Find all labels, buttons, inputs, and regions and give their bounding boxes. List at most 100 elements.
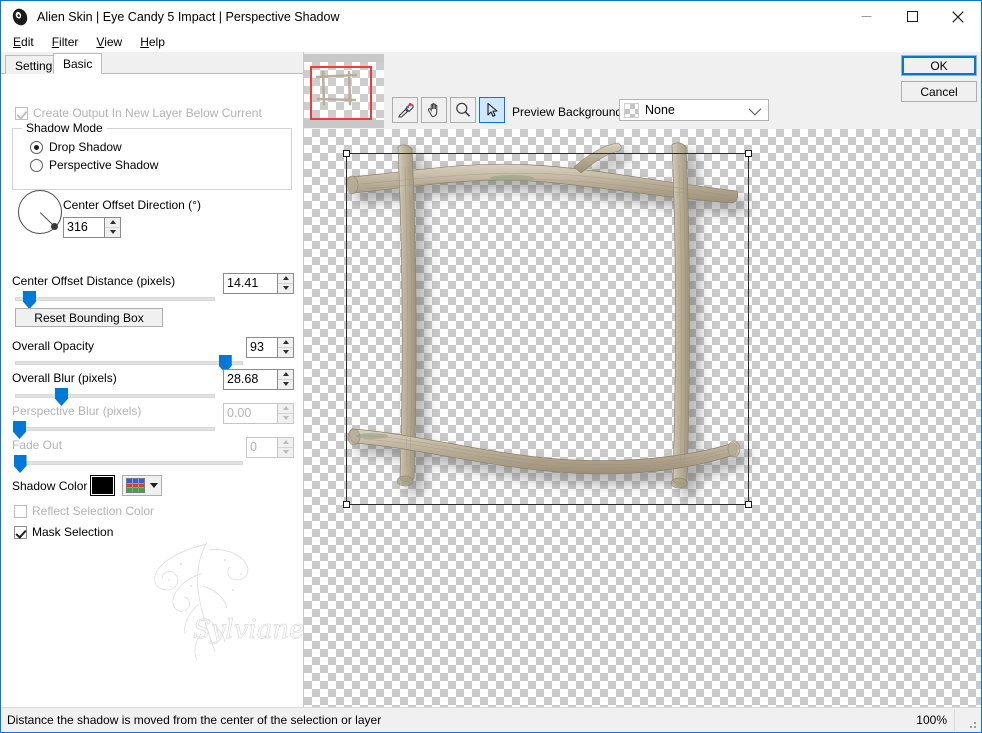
center-offset-direction-spin-buttons[interactable] bbox=[105, 217, 121, 238]
radio-row-drop-shadow[interactable]: Drop Shadow bbox=[30, 140, 122, 154]
mask-selection-label: Mask Selection bbox=[32, 525, 114, 539]
zoom-tool-button[interactable] bbox=[450, 97, 476, 123]
spin-up-icon[interactable] bbox=[278, 274, 293, 284]
title-bar: Alien Skin | Eye Candy 5 Impact | Perspe… bbox=[1, 1, 981, 32]
menu-item-view[interactable]: View bbox=[92, 34, 130, 50]
slider-thumb bbox=[13, 455, 27, 473]
reflect-selection-color-row: Reflect Selection Color bbox=[14, 504, 154, 518]
center-offset-direction-spinner[interactable]: 316 bbox=[63, 217, 121, 238]
overall-blur-spinner[interactable]: 28.68 bbox=[223, 369, 294, 390]
shadow-color-swatch[interactable] bbox=[90, 475, 115, 496]
spin-down-icon[interactable] bbox=[278, 283, 293, 293]
status-message: Distance the shadow is moved from the ce… bbox=[7, 713, 382, 727]
radio-row-perspective-shadow[interactable]: Perspective Shadow bbox=[30, 158, 158, 172]
dial-knob[interactable] bbox=[51, 222, 59, 230]
center-offset-distance-slider[interactable] bbox=[15, 290, 215, 310]
cancel-button[interactable]: Cancel bbox=[901, 81, 977, 102]
tab-basic[interactable]: Basic bbox=[53, 53, 103, 74]
arrow-select-tool-button[interactable] bbox=[479, 97, 505, 123]
fade-out-spin-buttons bbox=[278, 437, 294, 458]
center-offset-distance-input[interactable]: 14.41 bbox=[223, 273, 278, 294]
spin-down-icon[interactable] bbox=[105, 227, 120, 237]
reflect-selection-color-checkbox bbox=[14, 504, 27, 518]
overall-blur-input[interactable]: 28.68 bbox=[223, 369, 278, 390]
overall-opacity-label: Overall Opacity bbox=[12, 339, 95, 353]
preview-background-label: Preview Background: bbox=[512, 105, 626, 119]
overall-blur-spin-buttons[interactable] bbox=[278, 369, 294, 390]
selection-handle-bottom-left[interactable] bbox=[343, 501, 350, 508]
center-offset-distance-spin-buttons[interactable] bbox=[278, 273, 294, 294]
maximize-button[interactable] bbox=[889, 1, 935, 32]
spin-down-icon[interactable] bbox=[278, 379, 293, 389]
overall-opacity-input[interactable]: 93 bbox=[246, 337, 278, 358]
slider-track[interactable] bbox=[15, 297, 215, 301]
status-divider bbox=[954, 709, 955, 731]
overall-blur-label: Overall Blur (pixels) bbox=[12, 371, 117, 385]
navigator-thumbnail[interactable] bbox=[304, 54, 384, 128]
fade-out-spinner: 0 bbox=[246, 437, 294, 458]
fade-out-input: 0 bbox=[246, 437, 278, 458]
spin-up-icon bbox=[278, 438, 293, 448]
mask-selection-checkbox[interactable] bbox=[14, 525, 27, 539]
reset-bounding-box-button[interactable]: Reset Bounding Box bbox=[15, 308, 163, 327]
settings-panel: Settings Basic Create Output In New Laye… bbox=[1, 52, 304, 707]
menu-item-edit[interactable]: Edit bbox=[9, 34, 42, 50]
spin-down-icon[interactable] bbox=[278, 347, 293, 357]
center-offset-direction-dial[interactable] bbox=[18, 190, 62, 234]
fade-out-slider bbox=[13, 454, 243, 474]
menu-bar: Edit Filter View Help bbox=[1, 32, 981, 52]
selection-handle-bottom-right[interactable] bbox=[745, 501, 752, 508]
spin-up-icon[interactable] bbox=[278, 338, 293, 348]
menu-item-help[interactable]: Help bbox=[136, 34, 173, 50]
eyedropper-tool-button[interactable] bbox=[392, 97, 418, 123]
shadow-mode-group: Shadow Mode Drop Shadow Perspective Shad… bbox=[12, 121, 292, 190]
chevron-down-icon bbox=[748, 102, 762, 115]
slider-track[interactable] bbox=[15, 361, 243, 365]
tab-strip: Settings Basic bbox=[1, 52, 303, 74]
navigator-viewport-rect[interactable] bbox=[310, 66, 372, 120]
preview-toolbar: Preview Background: None OK Cancel bbox=[304, 52, 981, 129]
spin-up-icon[interactable] bbox=[105, 218, 120, 228]
status-zoom-level: 100% bbox=[916, 713, 947, 727]
drop-shadow-radio[interactable] bbox=[30, 140, 43, 154]
selection-bounding-box[interactable] bbox=[343, 150, 752, 508]
transparency-swatch-icon bbox=[624, 102, 639, 118]
create-output-checkbox[interactable] bbox=[15, 106, 28, 120]
overall-opacity-spinner[interactable]: 93 bbox=[246, 337, 294, 358]
close-button[interactable] bbox=[935, 1, 981, 32]
center-offset-distance-label: Center Offset Distance (pixels) bbox=[12, 274, 176, 288]
window-controls bbox=[843, 1, 981, 32]
slider-track bbox=[15, 461, 243, 465]
perspective-shadow-radio[interactable] bbox=[30, 158, 43, 172]
selection-handle-top-right[interactable] bbox=[745, 150, 752, 157]
perspective-blur-label: Perspective Blur (pixels) bbox=[12, 404, 142, 418]
selection-handle-top-left[interactable] bbox=[343, 150, 350, 157]
color-palette-icon bbox=[126, 478, 145, 493]
slider-track[interactable] bbox=[15, 394, 215, 398]
window-title: Alien Skin | Eye Candy 5 Impact | Perspe… bbox=[37, 9, 340, 24]
ok-button[interactable]: OK bbox=[901, 55, 977, 76]
preview-background-value: None bbox=[645, 103, 675, 117]
spin-down-icon bbox=[278, 447, 293, 457]
mask-selection-row[interactable]: Mask Selection bbox=[14, 525, 113, 539]
shadow-color-palette-button[interactable] bbox=[122, 475, 162, 496]
preview-canvas[interactable] bbox=[304, 129, 981, 707]
reflect-selection-color-label: Reflect Selection Color bbox=[32, 504, 155, 518]
overall-opacity-spin-buttons[interactable] bbox=[278, 337, 294, 358]
perspective-blur-slider bbox=[13, 420, 215, 440]
center-offset-distance-spinner[interactable]: 14.41 bbox=[223, 273, 294, 294]
menu-item-filter[interactable]: Filter bbox=[48, 34, 87, 50]
resize-grip-icon[interactable] bbox=[965, 717, 977, 729]
preview-background-select[interactable]: None bbox=[619, 99, 769, 121]
create-output-checkbox-row[interactable]: Create Output In New Layer Below Current bbox=[15, 106, 262, 120]
hand-tool-button[interactable] bbox=[421, 97, 447, 123]
fade-out-label: Fade Out bbox=[12, 438, 63, 452]
alien-skin-icon bbox=[10, 7, 30, 27]
shadow-color-label: Shadow Color bbox=[12, 479, 88, 493]
shadow-mode-group-label: Shadow Mode bbox=[22, 121, 107, 135]
minimize-button[interactable] bbox=[843, 1, 889, 32]
spin-up-icon[interactable] bbox=[278, 370, 293, 380]
center-offset-direction-input[interactable]: 316 bbox=[63, 217, 105, 238]
slider-thumb[interactable] bbox=[23, 291, 36, 309]
slider-track bbox=[15, 427, 215, 431]
